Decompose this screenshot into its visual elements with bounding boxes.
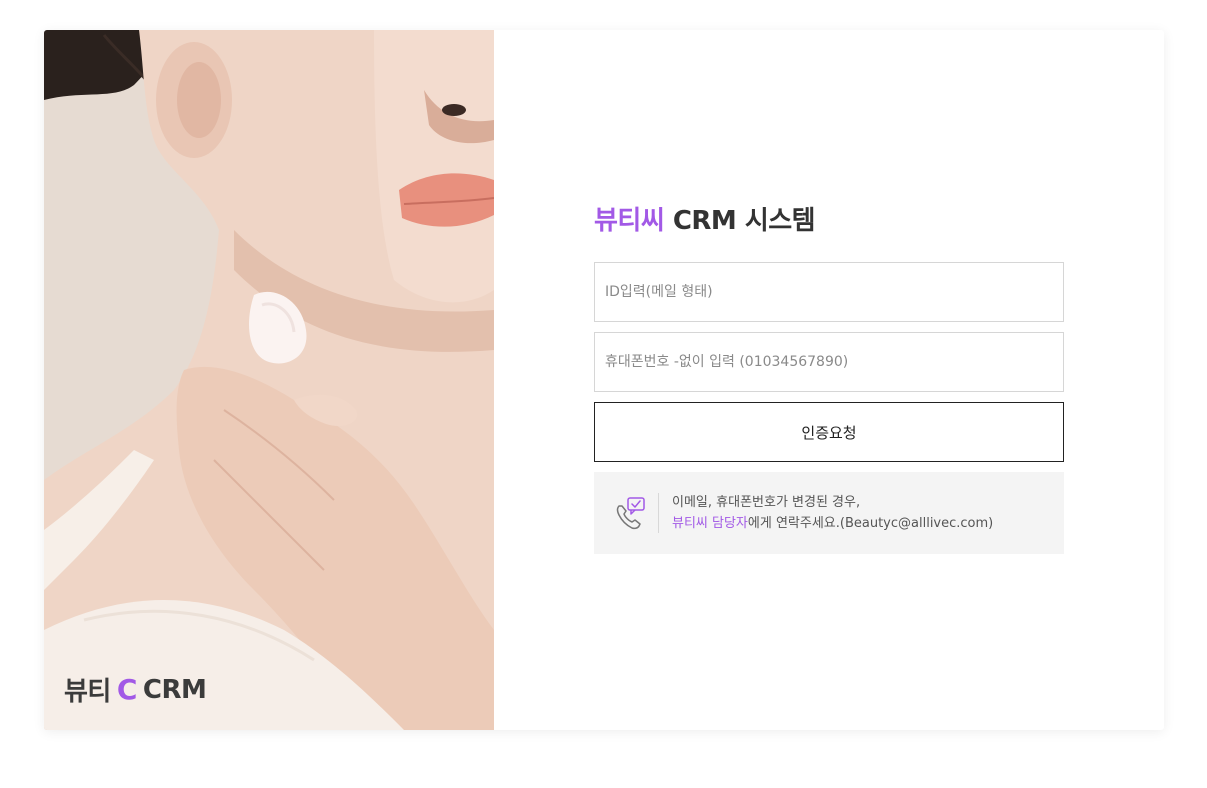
notice-text: 이메일, 휴대폰번호가 변경된 경우, 뷰티씨 담당자에게 연락주세요.(Bea… xyxy=(672,492,993,534)
request-auth-button[interactable]: 인증요청 xyxy=(594,402,1064,462)
logo-text-left: 뷰티 xyxy=(64,677,111,707)
request-auth-label: 인증요청 xyxy=(801,423,857,442)
logo-text-right: CRM xyxy=(142,674,207,705)
notice-contact-highlight: 뷰티씨 담당자 xyxy=(672,516,748,531)
notice-line-2-rest: 에게 연락주세요.(Beautyc@alllivec.com) xyxy=(747,516,994,531)
notice-divider xyxy=(658,493,659,533)
contact-notice: 이메일, 휴대폰번호가 변경된 경우, 뷰티씨 담당자에게 연락주세요.(Bea… xyxy=(594,472,1064,554)
title-brand: 뷰티씨 xyxy=(594,206,665,236)
id-input[interactable] xyxy=(594,262,1064,322)
login-form: 뷰티씨 CRM 시스템 인증요청 이메일, 휴대폰번호가 변경된 경우, 뷰티씨… xyxy=(594,202,1064,554)
notice-line-2: 뷰티씨 담당자에게 연락주세요.(Beautyc@alllivec.com) xyxy=(672,513,993,534)
login-card: 뷰티 C CRM 뷰티씨 CRM 시스템 인증요청 이메일, 휴대폰번호가 변경… xyxy=(44,30,1164,730)
page-title: 뷰티씨 CRM 시스템 xyxy=(594,202,1064,240)
model-illustration xyxy=(44,30,494,730)
title-rest: CRM 시스템 xyxy=(664,206,816,236)
notice-line-1: 이메일, 휴대폰번호가 변경된 경우, xyxy=(672,495,861,510)
phone-chat-icon xyxy=(616,497,645,530)
phone-input[interactable] xyxy=(594,332,1064,392)
logo-c-mark: C xyxy=(116,673,138,706)
brand-logo: 뷰티 C CRM xyxy=(64,671,207,708)
hero-photo: 뷰티 C CRM xyxy=(44,30,494,730)
